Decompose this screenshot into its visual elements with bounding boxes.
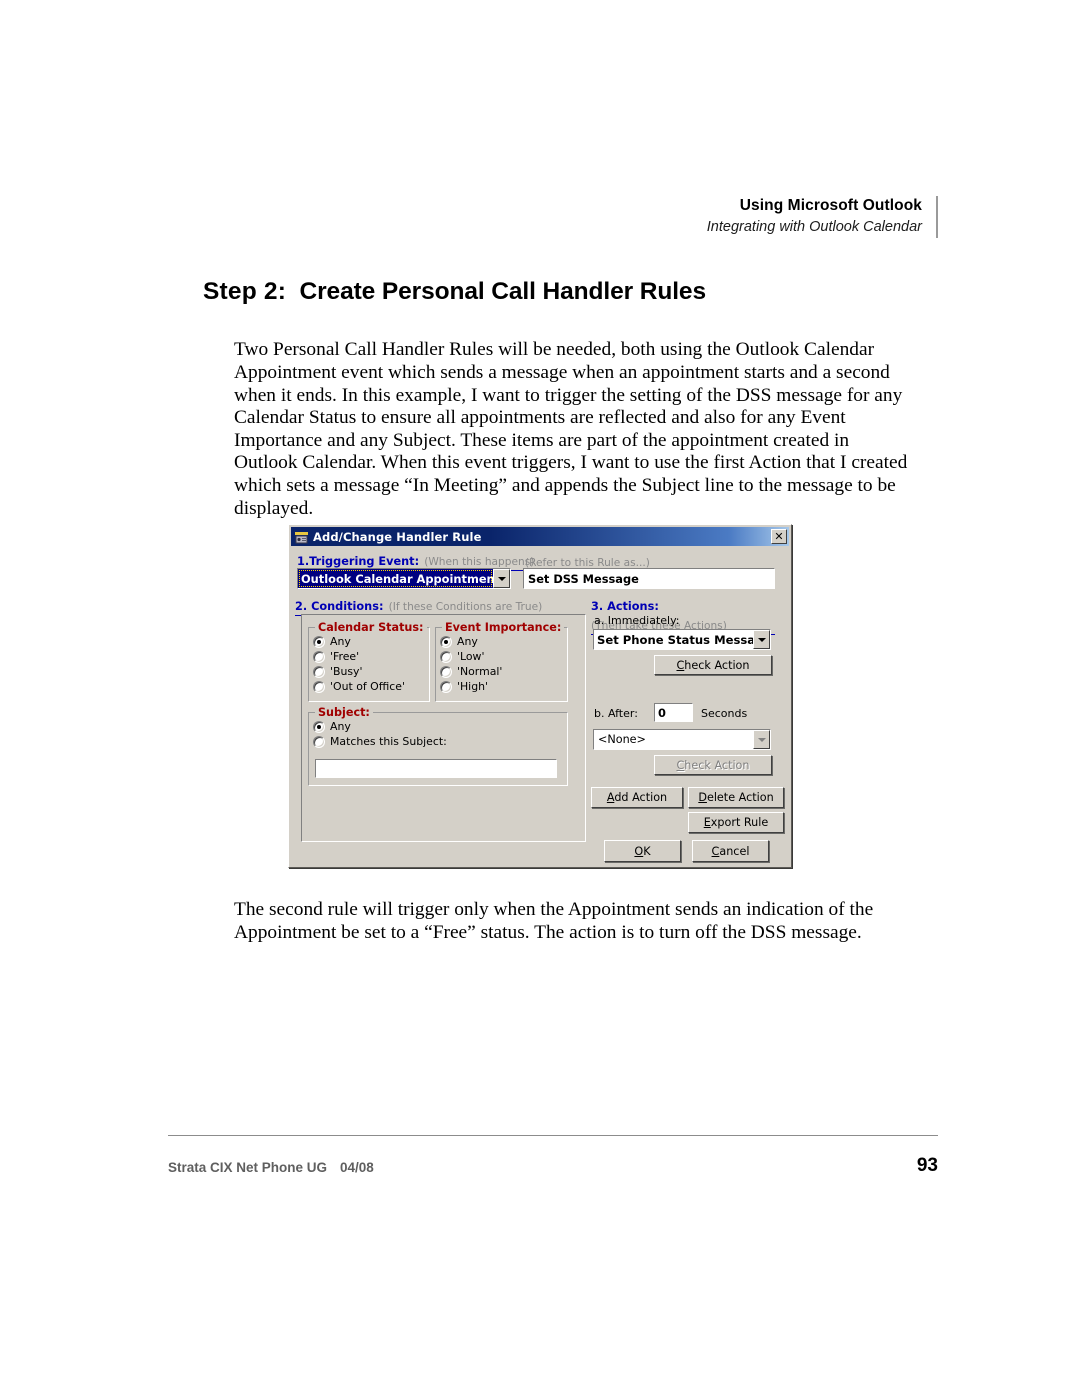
page-number: 93	[916, 1155, 938, 1176]
cancel-label: Cancel	[711, 844, 750, 858]
intro-paragraph: Two Personal Call Handler Rules will be …	[234, 339, 908, 519]
chevron-down-icon[interactable]	[753, 630, 770, 649]
after-action-value: <None>	[598, 733, 646, 746]
immediate-action-dropdown[interactable]: Set Phone Status Message	[593, 629, 771, 650]
running-header-title: Using Microsoft Outlook	[739, 197, 922, 214]
radio-importance-any[interactable]: Any	[440, 634, 567, 649]
rule-name-input[interactable]: Set DSS Message	[523, 568, 775, 589]
radio-importance-normal[interactable]: 'Normal'	[440, 664, 567, 679]
dialog-titlebar[interactable]: Add/Change Handler Rule ✕	[291, 527, 789, 546]
subject-legend: Subject:	[318, 706, 370, 719]
footer-document-name: Strata CIX Net Phone UG 04/08	[168, 1160, 374, 1175]
radio-icon[interactable]	[313, 635, 325, 648]
cancel-button[interactable]: Cancel	[692, 840, 769, 862]
seconds-unit-label: Seconds	[701, 707, 748, 720]
add-action-label: Add Action	[606, 791, 668, 804]
event-importance-group: Event Importance: Any 'Low' 'Normal' 'Hi…	[435, 621, 568, 702]
triggering-event-note: (When this happens)	[424, 556, 535, 568]
subject-group: Subject: Any Matches this Subject:	[308, 706, 568, 786]
footer-date: 04/08	[340, 1160, 374, 1175]
delete-action-button[interactable]: Delete Action	[688, 787, 784, 808]
close-icon[interactable]: ✕	[771, 529, 787, 544]
export-rule-button[interactable]: Export Rule	[688, 812, 784, 833]
after-action-dropdown[interactable]: <None>	[593, 729, 771, 750]
phone-app-icon	[294, 530, 309, 544]
action-after-label: b. After:	[594, 707, 638, 720]
radio-subject-any[interactable]: Any	[313, 719, 567, 734]
radio-icon[interactable]	[313, 720, 325, 733]
radio-calendar-free[interactable]: 'Free'	[313, 649, 429, 664]
immediate-action-value: Set Phone Status Message	[597, 632, 753, 647]
add-change-handler-rule-dialog: Add/Change Handler Rule ✕ 1.Triggering E…	[288, 524, 792, 868]
calendar-status-group: Calendar Status: Any 'Free' 'Busy' 'Out …	[308, 621, 430, 702]
actions-label: 3. Actions:	[591, 600, 659, 613]
radio-subject-matches[interactable]: Matches this Subject:	[313, 734, 567, 749]
check-action-label: Check Action	[676, 658, 750, 672]
add-action-button[interactable]: Add Action	[591, 787, 683, 808]
radio-label: 'Out of Office'	[330, 680, 405, 693]
radio-label: 'Free'	[330, 650, 360, 663]
radio-label: 'Normal'	[457, 665, 503, 678]
radio-icon[interactable]	[313, 665, 325, 678]
calendar-status-legend: Calendar Status:	[318, 621, 424, 634]
conditions-header: 2. Conditions: (If these Conditions are …	[295, 595, 583, 616]
conditions-label: 2. Conditions:	[295, 600, 384, 613]
page-running-header: Using Microsoft Outlook Integrating with…	[707, 196, 938, 238]
radio-label: Any	[330, 635, 351, 648]
dialog-body: 1.Triggering Event: (When this happens) …	[291, 547, 789, 865]
section-title-text: Create Personal Call Handler Rules	[299, 278, 707, 305]
event-importance-legend: Event Importance:	[445, 621, 562, 634]
radio-label: 'High'	[457, 680, 489, 693]
conditions-panel: Calendar Status: Any 'Free' 'Busy' 'Out …	[301, 614, 586, 842]
export-rule-label: Export Rule	[703, 816, 769, 829]
chevron-down-icon[interactable]	[753, 730, 770, 749]
radio-icon[interactable]	[440, 635, 452, 648]
radio-label: Matches this Subject:	[330, 735, 447, 748]
ok-button[interactable]: OK	[604, 840, 681, 862]
radio-calendar-out-of-office[interactable]: 'Out of Office'	[313, 679, 429, 694]
radio-icon[interactable]	[440, 665, 452, 678]
action-immediately-label: a. Immediately:	[594, 614, 680, 627]
subject-match-input[interactable]	[315, 759, 557, 778]
triggering-event-label: 1.Triggering Event:	[297, 555, 420, 568]
page-title: Step 2: Create Personal Call Handler Rul…	[203, 278, 706, 306]
radio-icon[interactable]	[313, 680, 325, 693]
triggering-event-value: Outlook Calendar Appointment	[298, 569, 493, 588]
radio-importance-high[interactable]: 'High'	[440, 679, 567, 694]
chevron-down-icon[interactable]	[493, 569, 510, 588]
radio-calendar-busy[interactable]: 'Busy'	[313, 664, 429, 679]
radio-label: 'Busy'	[330, 665, 363, 678]
after-seconds-input[interactable]: 0	[654, 703, 693, 722]
radio-icon[interactable]	[313, 650, 325, 663]
radio-importance-low[interactable]: 'Low'	[440, 649, 567, 664]
radio-calendar-any[interactable]: Any	[313, 634, 429, 649]
closing-paragraph: The second rule will trigger only when t…	[234, 899, 874, 943]
radio-label: Any	[330, 720, 351, 733]
triggering-event-dropdown[interactable]: Outlook Calendar Appointment	[297, 568, 511, 589]
step-label: Step 2:	[203, 278, 287, 305]
delete-action-label: Delete Action	[698, 791, 774, 804]
running-header-subtitle: Integrating with Outlook Calendar	[706, 219, 922, 235]
conditions-note: (If these Conditions are True)	[388, 601, 543, 613]
footer-doc-title: Strata CIX Net Phone UG	[168, 1160, 328, 1175]
radio-icon[interactable]	[440, 650, 452, 663]
radio-icon[interactable]	[440, 680, 452, 693]
ok-label: OK	[634, 844, 651, 858]
footer-divider	[168, 1135, 938, 1136]
dialog-title: Add/Change Handler Rule	[313, 529, 482, 544]
check-action-button-1[interactable]: Check Action	[654, 655, 772, 675]
check-action-button-2: Check Action	[654, 755, 772, 775]
radio-label: Any	[457, 635, 478, 648]
radio-label: 'Low'	[457, 650, 485, 663]
check-action-label: Check Action	[676, 758, 750, 772]
radio-icon[interactable]	[313, 735, 325, 748]
